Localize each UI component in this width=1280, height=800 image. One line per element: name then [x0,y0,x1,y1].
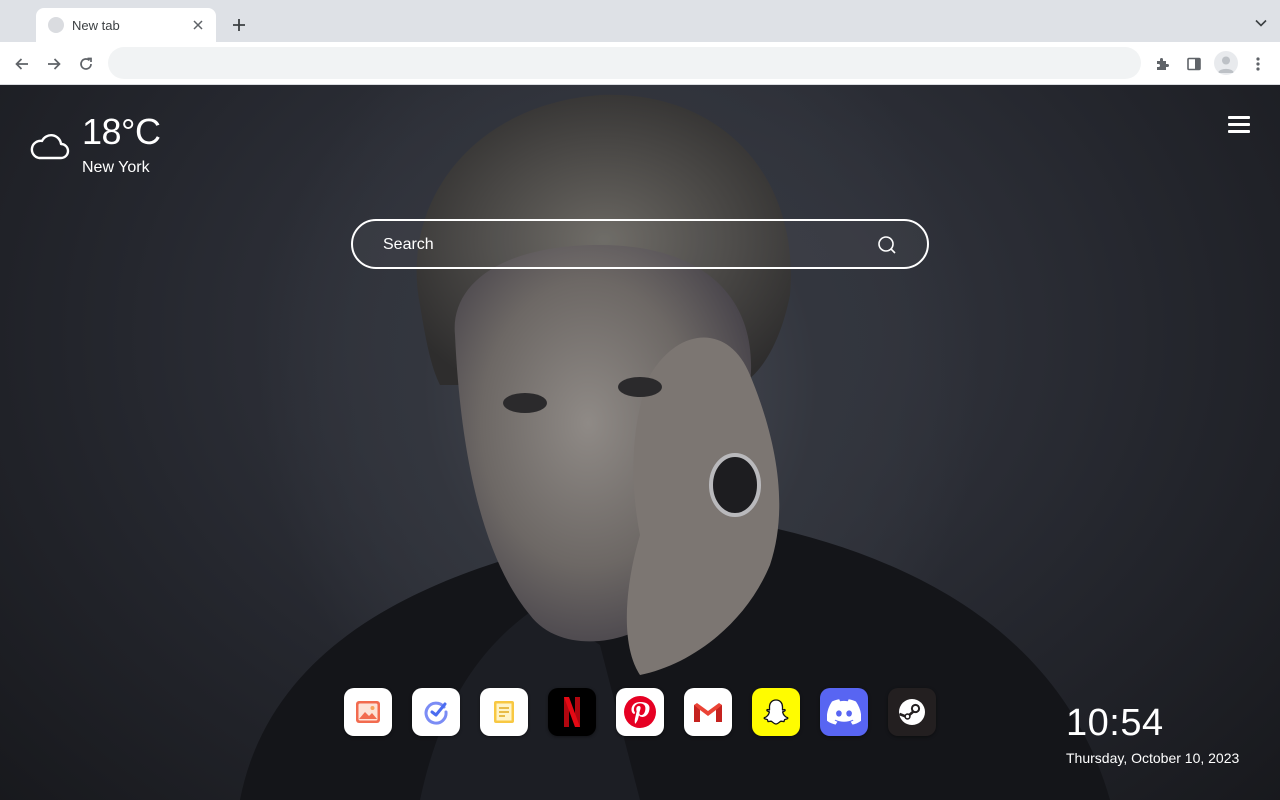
tab-search-button[interactable] [1252,14,1270,32]
more-vert-icon [1256,57,1260,71]
image-icon [356,701,380,723]
note-icon [494,701,514,723]
new-tab-page: 18°C New York Search 10:54 Thursday, Oct… [0,85,1280,800]
tasks-app[interactable] [412,688,460,736]
tab-title: New tab [72,17,120,33]
netflix-app[interactable] [548,688,596,736]
search-input[interactable] [383,233,863,257]
netflix-icon [564,697,580,727]
tab-strip: New tab [0,0,1280,42]
plus-icon [233,19,245,31]
snapchat-icon [763,699,789,725]
reload-button[interactable] [72,50,100,78]
reload-icon [80,57,92,70]
notes-app[interactable] [480,688,528,736]
arrow-left-icon [15,58,28,70]
cloud-icon [30,134,70,160]
clock-time: 10:54 [1066,702,1164,744]
discord-icon [827,699,861,725]
city-name: New York [82,159,150,176]
clock-date: Thursday, October 10, 2023 [1066,750,1240,766]
photos-app[interactable] [344,688,392,736]
steam-icon [899,699,925,725]
person-icon [1218,56,1234,73]
check-circle-icon [424,701,448,725]
pinterest-app[interactable] [616,688,664,736]
back-button[interactable] [8,50,36,78]
hamburger-bar [1228,123,1250,126]
menu-button[interactable] [1228,116,1250,134]
weather-widget[interactable]: 18°C New York [30,111,161,177]
close-tab-icon[interactable] [190,17,206,33]
pinterest-icon [624,696,656,728]
new-tab-button[interactable] [226,12,252,38]
address-bar[interactable] [108,47,1141,79]
arrow-right-icon [48,58,61,70]
temperature: 18°C [82,111,161,152]
browser-menu-button[interactable] [1244,50,1272,78]
clock-widget: 10:54 Thursday, October 10, 2023 [1066,702,1248,766]
tab-new-tab[interactable]: New tab [36,8,216,42]
hamburger-bar [1228,116,1250,119]
forward-button[interactable] [40,50,68,78]
chevron-down-icon [1255,19,1267,27]
steam-app[interactable] [888,688,936,736]
snapchat-app[interactable] [752,688,800,736]
tab-favicon-icon [48,17,64,33]
search-icon[interactable] [876,234,898,256]
puzzle-icon [1157,58,1169,70]
search-box [351,219,929,269]
gmail-app[interactable] [684,688,732,736]
hamburger-bar [1228,130,1250,133]
gmail-icon [694,703,722,722]
extensions-button[interactable] [1148,50,1176,78]
side-panel-button[interactable] [1180,50,1208,78]
app-dock [344,688,936,736]
browser-toolbar [0,42,1280,85]
profile-avatar[interactable] [1214,51,1238,75]
discord-app[interactable] [820,688,868,736]
side-panel-icon [1187,57,1201,71]
